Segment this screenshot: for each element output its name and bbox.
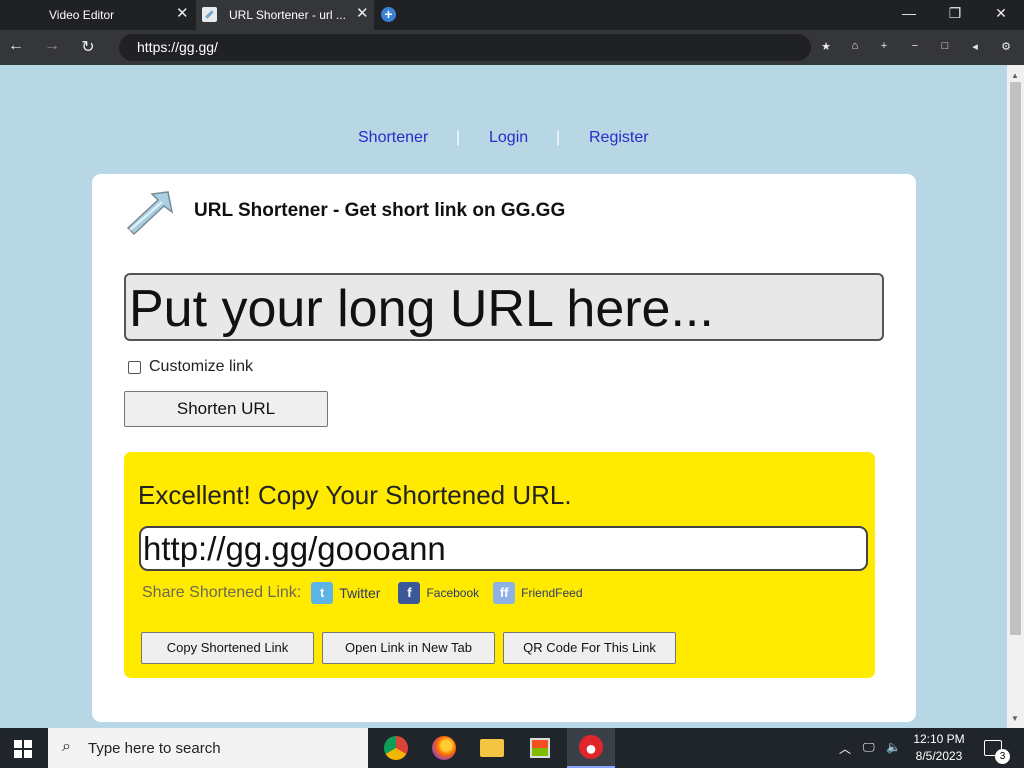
qr-code-button[interactable]: QR Code For This Link xyxy=(503,632,676,664)
new-tab-icon[interactable]: + xyxy=(381,7,396,22)
taskbar-clock[interactable]: 12:10 PM 8/5/2023 xyxy=(906,731,972,765)
address-text: https://gg.gg/ xyxy=(137,39,218,55)
minimize-icon[interactable]: — xyxy=(899,5,919,21)
add-icon[interactable]: + xyxy=(877,40,891,52)
home-icon[interactable]: ⌂ xyxy=(848,40,862,52)
tab-video-editor[interactable]: Video Editor ✕ xyxy=(0,0,196,30)
nav-register-link[interactable]: Register xyxy=(589,129,649,147)
clock-time: 12:10 PM xyxy=(913,732,965,746)
open-link-new-tab-button[interactable]: Open Link in New Tab xyxy=(322,632,495,664)
windows-start-icon[interactable] xyxy=(14,740,32,758)
long-url-input[interactable]: Put your long URL here... xyxy=(124,273,884,341)
close-icon[interactable]: ✕ xyxy=(176,6,189,22)
browser-toolbar: ← → ↻ https://gg.gg/ ★ ⌂ + − □ ◂ ⚙ xyxy=(0,30,1024,65)
result-panel: Excellent! Copy Your Shortened URL. http… xyxy=(124,452,875,678)
friendfeed-icon: ff xyxy=(493,582,516,604)
volume-icon[interactable]: ◂ xyxy=(968,40,982,53)
restore-icon[interactable]: ❐ xyxy=(945,5,965,22)
facebook-icon: f xyxy=(398,582,421,604)
app-icon xyxy=(579,735,603,759)
page-scrollbar[interactable]: ▲ ▼ xyxy=(1007,65,1024,728)
back-icon[interactable]: ← xyxy=(6,37,26,55)
store-icon xyxy=(530,738,550,758)
settings-icon[interactable]: ⚙ xyxy=(999,40,1013,53)
page-viewport: Shortener | Login | Register URL Shorten… xyxy=(0,65,1007,728)
scroll-up-icon[interactable]: ▲ xyxy=(1011,71,1019,80)
twitter-icon: t xyxy=(311,582,334,604)
scroll-down-icon[interactable]: ▼ xyxy=(1011,714,1019,723)
share-row: Share Shortened Link: t Twitter f Facebo… xyxy=(142,582,583,604)
volume-tray-icon[interactable]: 🔈 xyxy=(886,740,901,754)
shortener-card: URL Shortener - Get short link on GG.GG … xyxy=(92,174,916,722)
windows-taskbar: ⌕ Type here to search ︿ 🖵 🔈 12:10 PM 8/5… xyxy=(0,728,1024,768)
search-placeholder: Type here to search xyxy=(88,740,221,757)
address-bar[interactable]: https://gg.gg/ xyxy=(119,34,811,61)
nav-shortener-link[interactable]: Shortener xyxy=(358,129,428,147)
short-url-field[interactable]: http://gg.gg/goooann xyxy=(139,526,868,571)
nav-separator: | xyxy=(556,129,561,146)
nav-login-link[interactable]: Login xyxy=(489,129,528,147)
tab-url-shortener[interactable]: URL Shortener - url ... ✕ xyxy=(196,0,374,30)
arrow-logo-icon xyxy=(126,191,174,236)
scrollbar-thumb[interactable] xyxy=(1010,82,1021,635)
close-icon[interactable]: ✕ xyxy=(356,6,369,22)
tab-title: URL Shortener - url ... xyxy=(229,8,346,22)
folder-icon xyxy=(480,739,504,757)
firefox-icon xyxy=(432,736,456,760)
share-label: Share Shortened Link: xyxy=(142,584,302,601)
copy-shortened-link-button[interactable]: Copy Shortened Link xyxy=(141,632,314,664)
share-twitter-label: Twitter xyxy=(339,585,381,601)
search-icon: ⌕ xyxy=(62,738,71,755)
bookmark-star-icon[interactable]: ★ xyxy=(819,40,833,53)
share-friendfeed-link[interactable]: ff FriendFeed xyxy=(493,582,583,604)
network-icon[interactable]: 🖵 xyxy=(863,740,875,755)
customize-link-option[interactable]: Customize link xyxy=(128,358,253,376)
taskbar-search-box[interactable]: ⌕ Type here to search xyxy=(48,728,368,768)
chrome-taskbar-icon[interactable] xyxy=(372,728,420,768)
result-heading: Excellent! Copy Your Shortened URL. xyxy=(138,480,572,510)
nav-separator: | xyxy=(456,129,461,146)
file-explorer-taskbar-icon[interactable] xyxy=(468,728,516,768)
fullscreen-icon[interactable]: □ xyxy=(938,40,952,52)
shorten-url-button[interactable]: Shorten URL xyxy=(124,391,328,427)
short-url-value: http://gg.gg/goooann xyxy=(143,530,446,567)
notification-badge: 3 xyxy=(995,749,1010,764)
share-facebook-link[interactable]: f Facebook xyxy=(398,582,479,604)
customize-link-checkbox[interactable] xyxy=(128,360,141,374)
share-friendfeed-label: FriendFeed xyxy=(521,586,583,600)
tab-title: Video Editor xyxy=(49,8,115,22)
show-hidden-icons-icon[interactable]: ︿ xyxy=(839,740,851,757)
browser-tab-bar: Video Editor ✕ URL Shortener - url ... ✕… xyxy=(0,0,1024,30)
forward-icon[interactable]: → xyxy=(42,37,62,55)
share-facebook-label: Facebook xyxy=(426,586,480,600)
page-title: URL Shortener - Get short link on GG.GG xyxy=(194,200,566,221)
share-twitter-link[interactable]: t Twitter xyxy=(311,582,380,604)
customize-link-label: Customize link xyxy=(149,358,254,375)
firefox-taskbar-icon[interactable] xyxy=(420,728,468,768)
reload-icon[interactable]: ↻ xyxy=(78,37,98,57)
window-close-icon[interactable]: ✕ xyxy=(991,5,1011,22)
zoom-out-icon[interactable]: − xyxy=(908,40,922,52)
store-taskbar-icon[interactable] xyxy=(516,728,564,768)
active-app-taskbar-icon[interactable] xyxy=(567,728,615,768)
clock-date: 8/5/2023 xyxy=(915,749,963,763)
chrome-icon xyxy=(384,736,408,760)
favicon-icon xyxy=(202,7,217,22)
long-url-placeholder: Put your long URL here... xyxy=(129,280,714,338)
